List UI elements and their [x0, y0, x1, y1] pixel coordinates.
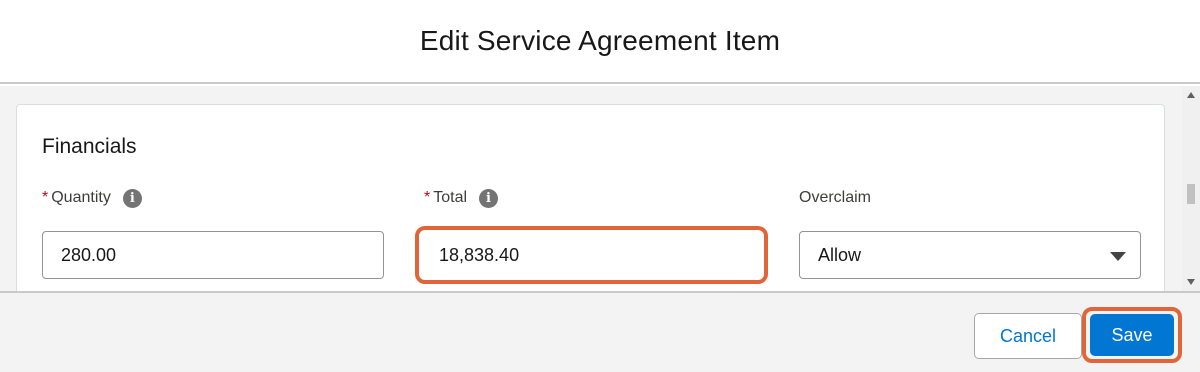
scrollbar[interactable] — [1182, 86, 1200, 291]
quantity-value: 280.00 — [61, 244, 117, 265]
total-label-row: * Total i — [424, 187, 499, 209]
total-label: Total — [433, 189, 468, 206]
total-field: * Total i — [424, 187, 499, 209]
save-button[interactable]: Save — [1090, 314, 1174, 356]
quantity-label: Quantity — [51, 189, 111, 206]
cancel-button[interactable]: Cancel — [974, 313, 1082, 359]
info-icon[interactable]: i — [122, 188, 142, 208]
quantity-input[interactable]: 280.00 — [42, 231, 384, 279]
overclaim-value: Allow — [818, 244, 862, 265]
overclaim-label-row: Overclaim — [799, 187, 871, 209]
modal-body: Financials * Quantity i 280.00 * Total i… — [0, 86, 1200, 291]
overclaim-label: Overclaim — [799, 189, 872, 206]
quantity-label-row: * Quantity i — [42, 187, 142, 209]
total-input[interactable]: 18,838.40 — [415, 226, 768, 284]
modal-header: Edit Service Agreement Item — [0, 0, 1200, 84]
required-marker: * — [42, 189, 49, 206]
overclaim-field: Overclaim — [799, 187, 871, 209]
save-button-highlight: Save — [1082, 307, 1182, 363]
quantity-field: * Quantity i — [42, 187, 142, 209]
chevron-down-icon — [1110, 252, 1126, 261]
section-title: Financials — [42, 135, 137, 158]
info-icon[interactable]: i — [479, 188, 499, 208]
total-value: 18,838.40 — [439, 244, 520, 265]
financials-section: Financials * Quantity i 280.00 * Total i… — [16, 104, 1165, 291]
overclaim-select[interactable]: Allow — [799, 231, 1141, 279]
scroll-thumb[interactable] — [1187, 184, 1195, 204]
scroll-up-arrow-icon[interactable] — [1187, 92, 1195, 98]
modal-footer: Cancel Save — [0, 291, 1200, 372]
scroll-down-arrow-icon[interactable] — [1187, 279, 1195, 285]
required-marker: * — [424, 189, 431, 206]
modal-title: Edit Service Agreement Item — [419, 25, 781, 56]
